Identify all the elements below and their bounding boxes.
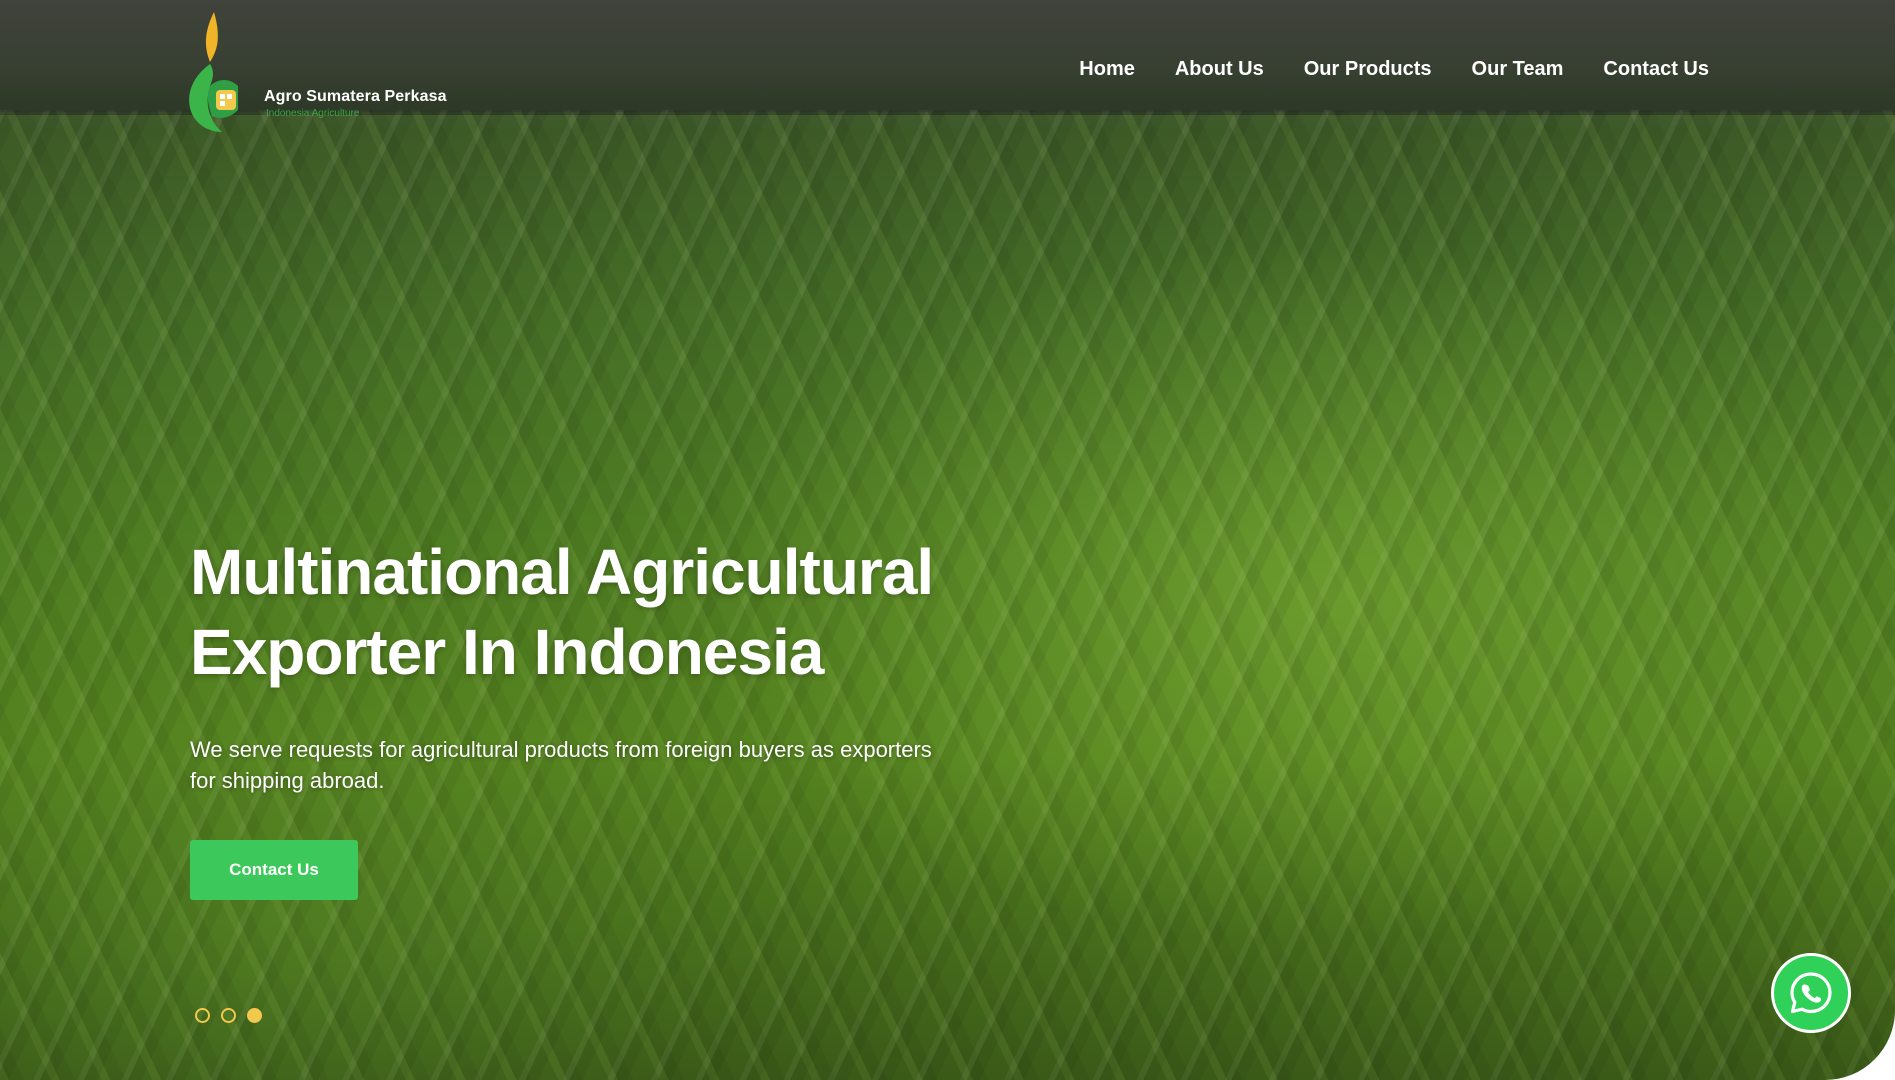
brand-logo[interactable]: Agro Sumatera Perkasa Indonesia Agricult… [186, 12, 456, 138]
hero-title-line2: Exporter In Indonesia [190, 616, 824, 688]
hero-subtitle: We serve requests for agricultural produ… [190, 737, 932, 793]
brand-tagline: Indonesia Agriculture [266, 108, 360, 119]
nav-our-products[interactable]: Our Products [1304, 58, 1432, 81]
whatsapp-button[interactable] [1771, 953, 1851, 1033]
whatsapp-icon [1790, 972, 1832, 1014]
hero-title-line1: Multinational Agricultural [190, 536, 934, 608]
logo-leaf-icon [189, 12, 238, 132]
brand-name: Agro Sumatera Perkasa [264, 88, 447, 105]
hero-section: Agro Sumatera Perkasa Indonesia Agricult… [0, 0, 1895, 1080]
nav-about-us[interactable]: About Us [1175, 58, 1264, 81]
contact-us-button[interactable]: Contact Us [190, 840, 358, 900]
nav-home[interactable]: Home [1079, 58, 1135, 81]
slide-dot-1[interactable] [195, 1008, 210, 1023]
nav-contact-us[interactable]: Contact Us [1603, 58, 1709, 81]
slide-dot-3[interactable] [247, 1008, 262, 1023]
hero-title: Multinational Agricultural Exporter In I… [190, 532, 1090, 692]
slide-dot-2[interactable] [221, 1008, 236, 1023]
slider-dots [195, 1008, 262, 1023]
main-nav: Home About Us Our Products Our Team Cont… [1079, 58, 1709, 81]
nav-our-team[interactable]: Our Team [1472, 58, 1564, 81]
